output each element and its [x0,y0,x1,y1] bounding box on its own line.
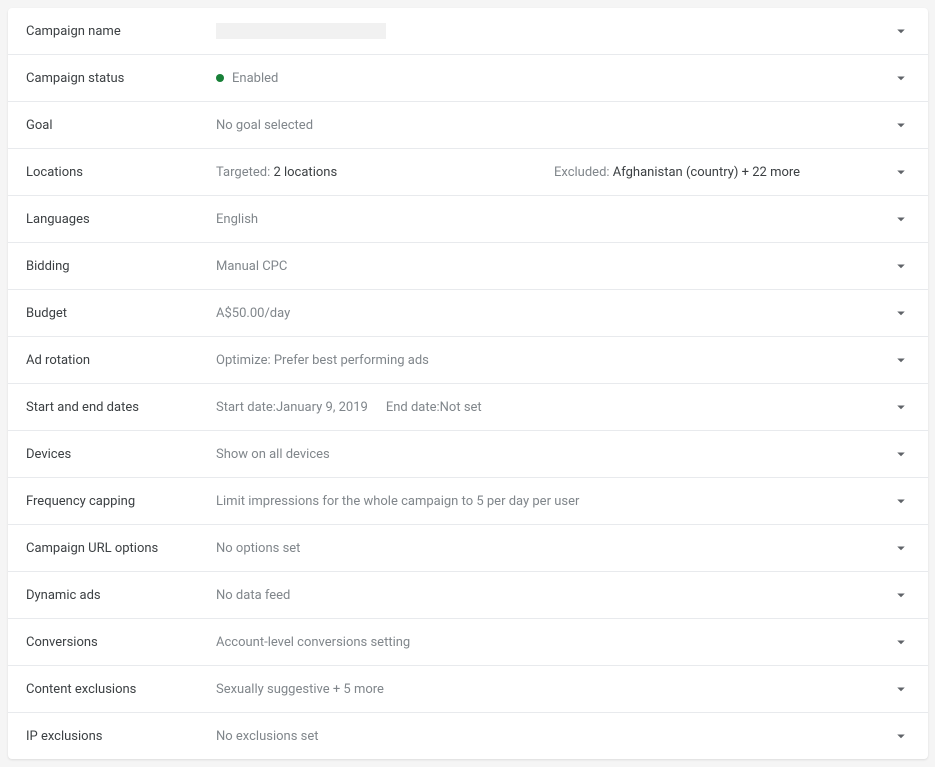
chevron-down-icon [892,633,910,651]
status-dot-icon [216,74,224,82]
row-bidding[interactable]: Bidding Manual CPC [8,243,928,290]
chevron-down-icon [892,492,910,510]
end-prefix: End date: [386,400,440,415]
settings-card: Campaign name Campaign status Enabled Go… [8,8,928,759]
chevron-down-icon [892,727,910,745]
chevron-down-icon [892,210,910,228]
value-dynamic-ads: No data feed [216,588,892,603]
label-bidding: Bidding [26,259,216,274]
loc-targeted-value: 2 locations [273,165,337,180]
row-url-options[interactable]: Campaign URL options No options set [8,525,928,572]
row-frequency[interactable]: Frequency capping Limit impressions for … [8,478,928,525]
row-content-exclusions[interactable]: Content exclusions Sexually suggestive +… [8,666,928,713]
value-url-options: No options set [216,541,892,556]
loc-excluded-prefix: Excluded: [554,165,613,180]
row-dynamic-ads[interactable]: Dynamic ads No data feed [8,572,928,619]
row-campaign-status[interactable]: Campaign status Enabled [8,55,928,102]
start-value: January 9, 2019 [276,400,368,415]
row-ip-exclusions[interactable]: IP exclusions No exclusions set [8,713,928,759]
value-bidding: Manual CPC [216,259,892,274]
label-frequency: Frequency capping [26,494,216,509]
chevron-down-icon [892,163,910,181]
chevron-down-icon [892,69,910,87]
label-campaign-name: Campaign name [26,24,216,39]
chevron-down-icon [892,257,910,275]
row-goal[interactable]: Goal No goal selected [8,102,928,149]
label-conversions: Conversions [26,635,216,650]
label-dates: Start and end dates [26,400,216,415]
chevron-down-icon [892,351,910,369]
value-goal: No goal selected [216,118,892,133]
label-ad-rotation: Ad rotation [26,353,216,368]
label-url-options: Campaign URL options [26,541,216,556]
status-text: Enabled [232,71,278,86]
value-devices: Show on all devices [216,447,892,462]
chevron-down-icon [892,304,910,322]
value-content-exclusions: Sexually suggestive + 5 more [216,682,892,697]
start-prefix: Start date: [216,400,276,415]
label-dynamic-ads: Dynamic ads [26,588,216,603]
value-ad-rotation: Optimize: Prefer best performing ads [216,353,892,368]
value-ip-exclusions: No exclusions set [216,729,892,744]
end-value: Not set [440,400,482,415]
label-ip-exclusions: IP exclusions [26,729,216,744]
value-dates: Start date: January 9, 2019 End date: No… [216,400,892,415]
label-devices: Devices [26,447,216,462]
value-languages: English [216,212,892,227]
chevron-down-icon [892,445,910,463]
value-budget: A$50.00/day [216,306,892,321]
row-conversions[interactable]: Conversions Account-level conversions se… [8,619,928,666]
value-conversions: Account-level conversions setting [216,635,892,650]
row-budget[interactable]: Budget A$50.00/day [8,290,928,337]
label-goal: Goal [26,118,216,133]
value-campaign-status: Enabled [216,71,892,86]
row-campaign-name[interactable]: Campaign name [8,8,928,55]
chevron-down-icon [892,586,910,604]
row-ad-rotation[interactable]: Ad rotation Optimize: Prefer best perfor… [8,337,928,384]
label-languages: Languages [26,212,216,227]
chevron-down-icon [892,680,910,698]
value-frequency: Limit impressions for the whole campaign… [216,494,892,509]
loc-targeted-prefix: Targeted: [216,165,273,180]
loc-excluded-value: Afghanistan (country) + 22 more [613,165,800,180]
label-locations: Locations [26,165,216,180]
chevron-down-icon [892,116,910,134]
label-content-exclusions: Content exclusions [26,682,216,697]
value-campaign-name [216,23,892,39]
row-languages[interactable]: Languages English [8,196,928,243]
redacted-name [216,23,386,39]
value-locations: Targeted: 2 locations Excluded: Afghanis… [216,165,892,180]
chevron-down-icon [892,539,910,557]
label-campaign-status: Campaign status [26,71,216,86]
row-locations[interactable]: Locations Targeted: 2 locations Excluded… [8,149,928,196]
label-budget: Budget [26,306,216,321]
chevron-down-icon [892,398,910,416]
chevron-down-icon [892,22,910,40]
row-devices[interactable]: Devices Show on all devices [8,431,928,478]
row-dates[interactable]: Start and end dates Start date: January … [8,384,928,431]
